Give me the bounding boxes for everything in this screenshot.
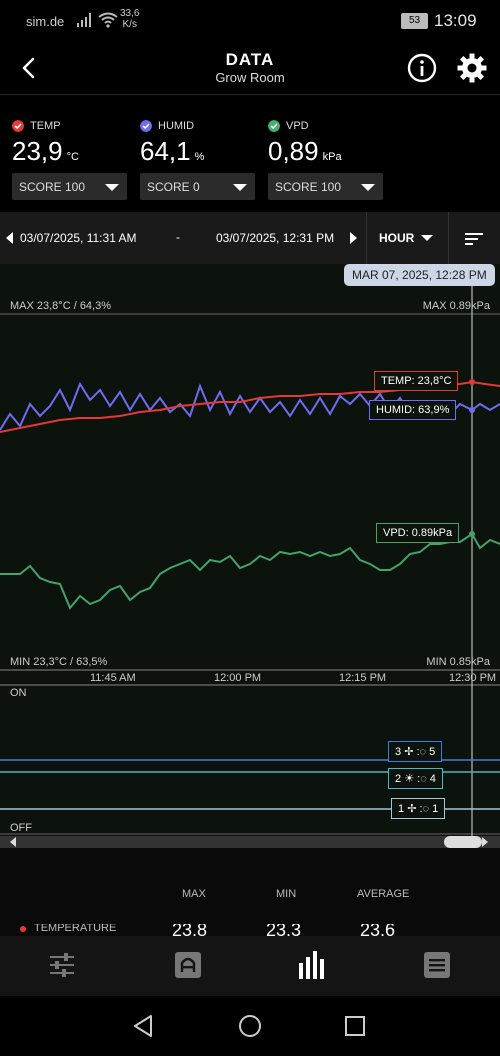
home-circle-icon[interactable]: [238, 1014, 262, 1038]
fan-icon: ✢: [407, 803, 417, 815]
vpd-check-icon: [268, 120, 280, 132]
log-icon[interactable]: [423, 951, 451, 979]
next-range-icon[interactable]: [350, 232, 357, 244]
device-badge: 2 ☀ :◌ 4: [388, 768, 443, 789]
network-speed: 33,6 K/s: [120, 8, 140, 30]
metric-value: 0,89 kPa: [268, 136, 342, 166]
date-range-bar: 03/07/2025, 11:31 AM - 03/07/2025, 12:31…: [0, 212, 500, 264]
battery-indicator: 53: [401, 13, 428, 29]
metric-label: HUMID: [158, 120, 195, 132]
system-nav: [0, 996, 500, 1056]
device-badge: 3 ✢ :◌ 5: [388, 741, 443, 762]
device-icon[interactable]: [174, 951, 202, 979]
chart-icon[interactable]: [298, 949, 326, 979]
controls-icon[interactable]: [48, 952, 76, 978]
temp-score-dropdown[interactable]: SCORE 100: [12, 173, 127, 200]
chevron-down-icon: [361, 184, 375, 191]
stats-table: MAX MIN AVERAGE TEMPERATURE 23,8 23,3 23…: [0, 848, 500, 936]
time-tick: 12:30 PM: [449, 672, 497, 684]
metric-label: VPD: [286, 120, 309, 132]
divider: [448, 212, 449, 264]
metric-value: 64,1%: [140, 136, 205, 166]
time-tick: 11:45 AM: [90, 672, 136, 684]
gear-icon[interactable]: [456, 52, 488, 84]
status-bar: sim.de 33,6 K/s 53 13:09: [0, 0, 500, 44]
device-badge: 1 ✢ :◌ 1: [391, 798, 446, 819]
clock: 13:09: [434, 11, 477, 30]
range-end[interactable]: 03/07/2025, 12:31 PM: [216, 231, 334, 245]
sort-icon[interactable]: [465, 232, 483, 246]
min-left-label: MIN 23,3°C / 63,5%: [10, 656, 108, 668]
prev-range-icon[interactable]: [6, 232, 13, 244]
stats-header: MAX: [182, 888, 206, 900]
temp-label-box: TEMP: 23,8°C: [374, 371, 459, 391]
humid-check-icon: [140, 120, 152, 132]
cycle-icon: ◌: [419, 746, 427, 758]
vpd-score-dropdown[interactable]: SCORE 100: [268, 173, 383, 200]
range-start[interactable]: 03/07/2025, 11:31 AM: [20, 231, 137, 245]
chart-tooltip: MAR 07, 2025, 12:28 PM: [344, 264, 495, 286]
cycle-icon: ◌: [422, 803, 430, 815]
min-right-label: MIN 0.85kPa: [426, 656, 490, 668]
cycle-icon: ◌: [420, 773, 427, 785]
metric-label: TEMP: [30, 120, 61, 132]
recents-square-icon[interactable]: [344, 1015, 366, 1037]
max-left-label: MAX 23,8°C / 64,3%: [10, 300, 112, 312]
fan-icon: ✢: [404, 746, 414, 758]
info-icon[interactable]: [406, 52, 438, 84]
on-label: ON: [10, 687, 27, 699]
off-label: OFF: [10, 822, 32, 834]
metric-value: 23,9 °C: [12, 136, 79, 166]
humid-label-box: HUMID: 63,9%: [369, 400, 457, 420]
stats-row: TEMPERATURE 23,8 23,3 23,6: [0, 924, 500, 936]
back-triangle-icon[interactable]: [132, 1014, 154, 1038]
wifi-icon: [98, 12, 118, 28]
divider: [366, 212, 367, 264]
app-header: DATA Grow Room: [0, 44, 500, 95]
stats-header: MIN: [276, 888, 297, 900]
signal-icon: [77, 13, 91, 27]
carrier-name: sim.de: [26, 14, 65, 29]
vpd-series-line: [0, 532, 500, 610]
temp-check-icon: [12, 120, 24, 132]
chevron-down-icon: [105, 184, 119, 191]
time-tick: 12:15 PM: [339, 672, 387, 684]
vpd-label-box: VPD: 0.89kPa: [376, 523, 460, 543]
chevron-down-icon: [421, 235, 433, 241]
max-right-label: MAX 0.89kPa: [422, 300, 490, 312]
time-tick: 12:00 PM: [214, 672, 262, 684]
range-separator: -: [176, 230, 180, 244]
light-icon: ☀: [404, 773, 415, 785]
interval-dropdown[interactable]: HOUR: [379, 231, 414, 245]
chevron-down-icon: [233, 184, 247, 191]
temp-dot: [20, 926, 26, 932]
stats-header: AVERAGE: [357, 888, 410, 900]
sensor-chart[interactable]: MAR 07, 2025, 12:28 PM MAX 23,8°C / 64,3…: [0, 264, 500, 848]
humid-score-dropdown[interactable]: SCORE 0: [140, 173, 255, 200]
bottom-nav: [0, 936, 500, 996]
